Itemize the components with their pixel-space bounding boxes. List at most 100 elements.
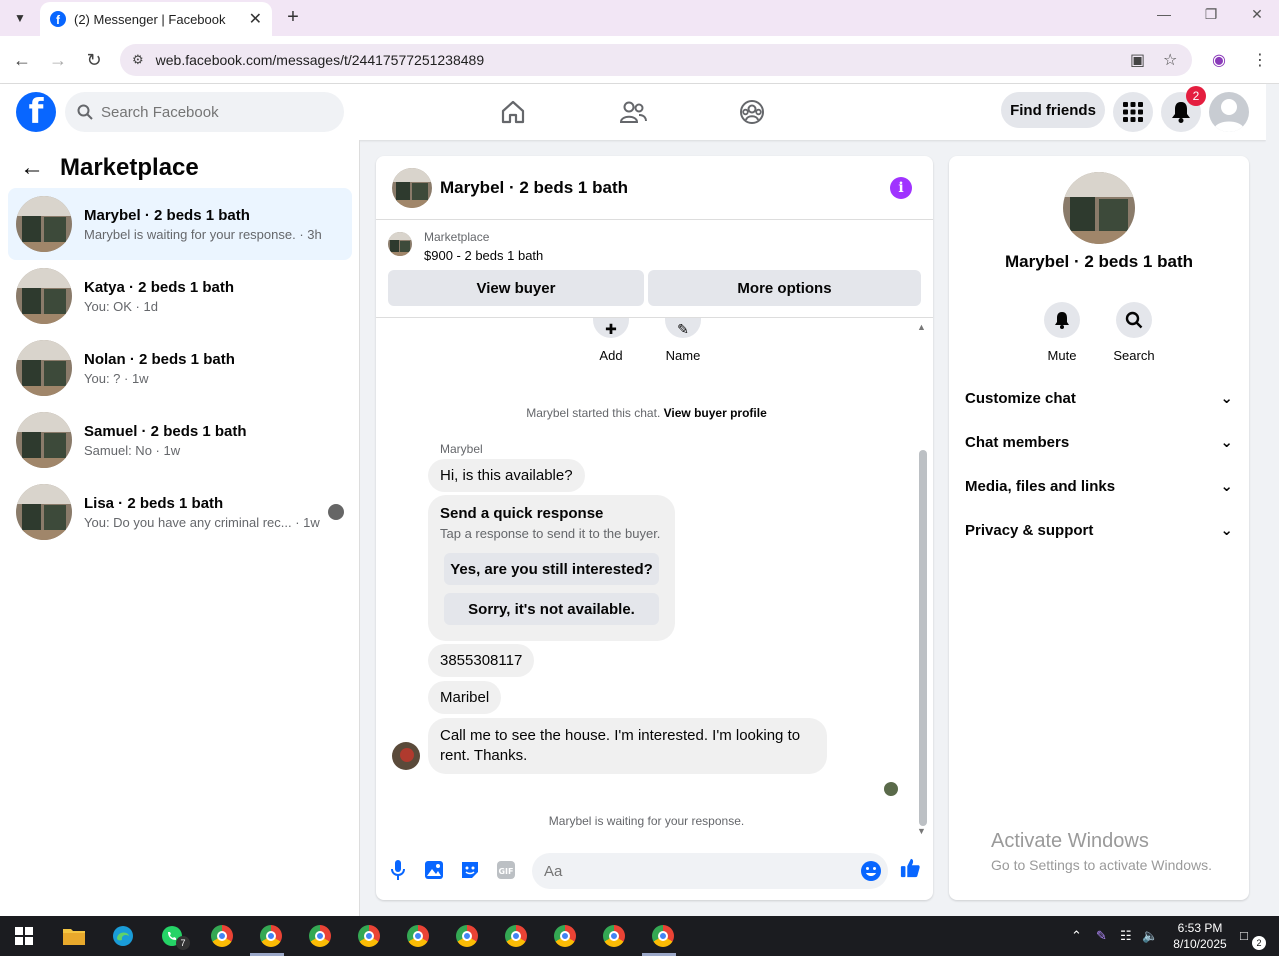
conversation-name: Marybel · 2 beds 1 bath	[84, 206, 250, 224]
scrollbar-thumb[interactable]	[919, 450, 927, 826]
mute-action[interactable]: Mute	[1032, 302, 1092, 363]
network-icon[interactable]: ☷	[1120, 928, 1132, 944]
view-buyer-profile-link[interactable]: View buyer profile	[664, 406, 767, 420]
chrome-icon[interactable]	[210, 924, 234, 948]
scroll-up-icon[interactable]: ▲	[917, 322, 926, 332]
reload-button[interactable]: ↻	[82, 48, 106, 72]
chat-title[interactable]: Marybel · 2 beds 1 bath	[440, 178, 628, 198]
conversation-snippet: Samuel: No · 1w	[84, 442, 181, 458]
tab-close-icon[interactable]: ✕	[249, 9, 262, 29]
install-app-icon[interactable]: ▣	[1130, 50, 1145, 70]
back-button[interactable]: ←	[10, 48, 34, 72]
back-arrow-icon[interactable]: ←	[20, 154, 44, 182]
menu-grid-button[interactable]	[1113, 92, 1153, 132]
message-input[interactable]	[544, 862, 844, 880]
customize-chat-row[interactable]: Customize chat ⌄	[965, 387, 1233, 409]
listing-thumbnail	[16, 484, 72, 540]
photo-icon[interactable]	[424, 860, 444, 880]
chrome-profile-icon[interactable]	[504, 924, 528, 948]
conversation-item[interactable]: Nolan · 2 beds 1 bath You: ? · 1w	[8, 332, 352, 404]
chrome-profile-icon[interactable]	[259, 924, 283, 948]
seen-avatar	[328, 504, 344, 520]
message-bubble[interactable]: Hi, is this available?	[428, 459, 585, 492]
file-explorer-icon[interactable]	[62, 924, 86, 948]
chrome-profile-icon[interactable]	[553, 924, 577, 948]
emoji-icon[interactable]	[860, 860, 882, 882]
chrome-profile-icon[interactable]	[602, 924, 626, 948]
profile-icon[interactable]: ◉	[1212, 50, 1226, 70]
chrome-profile-icon[interactable]	[357, 924, 381, 948]
name-chat-action[interactable]: ✎ Name	[653, 318, 713, 363]
message-bubble[interactable]: Maribel	[428, 681, 502, 714]
quick-response-option[interactable]: Sorry, it's not available.	[444, 593, 659, 625]
view-buyer-button[interactable]: View buyer	[388, 270, 644, 306]
find-friends-button[interactable]: Find friends	[1001, 92, 1105, 128]
message-bubble[interactable]: 3855308117	[428, 644, 535, 677]
windows-start-icon[interactable]	[12, 924, 36, 948]
mute-label: Mute	[1047, 348, 1077, 363]
conversation-name: Lisa · 2 beds 1 bath	[84, 494, 224, 512]
sender-name: Marybel	[440, 442, 483, 456]
minimize-button[interactable]: —	[1149, 6, 1179, 22]
facebook-search-box[interactable]	[65, 92, 344, 132]
row-label: Customize chat	[965, 389, 1076, 407]
listing-thumbnail[interactable]	[392, 167, 432, 208]
conversation-item[interactable]: Katya · 2 beds 1 bath You: OK · 1d	[8, 260, 352, 332]
window-close-button[interactable]: ✕	[1242, 6, 1272, 23]
chrome-profile-icon[interactable]	[308, 924, 332, 948]
browser-tab[interactable]: f (2) Messenger | Facebook ✕	[40, 2, 272, 36]
friends-icon[interactable]	[617, 96, 649, 128]
facebook-logo-icon[interactable]: f	[16, 92, 56, 132]
action-center-icon[interactable]: □	[1240, 928, 1248, 943]
conversation-item[interactable]: Marybel · 2 beds 1 bath Marybel is waiti…	[8, 188, 352, 260]
gif-icon[interactable]: GIF	[496, 860, 516, 880]
chrome-profile-icon-active[interactable]	[651, 924, 675, 948]
account-avatar[interactable]	[1209, 92, 1249, 132]
home-icon[interactable]	[497, 96, 529, 128]
microphone-icon[interactable]	[388, 860, 408, 880]
thread-scrollbar[interactable]: ▲ ▼	[917, 322, 927, 836]
message-bubble[interactable]: Call me to see the house. I'm interested…	[428, 718, 827, 774]
new-tab-button[interactable]: +	[282, 6, 304, 28]
conversation-item[interactable]: Lisa · 2 beds 1 bath You: Do you have an…	[8, 476, 352, 548]
chrome-profile-icon[interactable]	[406, 924, 430, 948]
info-icon[interactable]: i	[890, 177, 912, 199]
browser-menu-icon[interactable]: ⋮	[1252, 50, 1268, 70]
message-thread[interactable]: ✚ Add ✎ Name Marybel started this chat. …	[376, 318, 933, 838]
taskbar-clock[interactable]: 6:53 PM 8/10/2025	[1170, 920, 1230, 952]
restore-button[interactable]: ❐	[1196, 6, 1226, 23]
conversation-item[interactable]: Samuel · 2 beds 1 bath Samuel: No · 1w	[8, 404, 352, 476]
media-files-links-row[interactable]: Media, files and links ⌄	[965, 475, 1233, 497]
thumbs-up-icon[interactable]	[900, 858, 920, 878]
sender-avatar[interactable]	[392, 742, 420, 770]
chrome-profile-icon[interactable]	[455, 924, 479, 948]
more-options-button[interactable]: More options	[648, 270, 921, 306]
facebook-search-input[interactable]	[101, 103, 321, 121]
search-label: Search	[1113, 348, 1155, 363]
scroll-down-icon[interactable]: ▼	[917, 826, 926, 836]
page-scrollbar[interactable]	[1266, 84, 1279, 916]
url-omnibox[interactable]: ⚙ web.facebook.com/messages/t/2441757725…	[120, 44, 1192, 76]
site-info-icon[interactable]: ⚙	[132, 52, 144, 68]
privacy-support-row[interactable]: Privacy & support ⌄	[965, 519, 1233, 541]
marketplace-label: Marketplace	[424, 230, 490, 244]
bookmark-star-icon[interactable]: ☆	[1163, 50, 1177, 70]
listing-thumbnail	[16, 268, 72, 324]
whatsapp-icon[interactable]: 7	[160, 924, 190, 950]
forward-button[interactable]: →	[46, 48, 70, 72]
tab-search-dropdown[interactable]: ▼	[8, 6, 32, 30]
volume-icon[interactable]: 🔈	[1142, 928, 1158, 944]
sticker-icon[interactable]	[460, 860, 480, 880]
search-chat-action[interactable]: Search	[1104, 302, 1164, 363]
chat-members-row[interactable]: Chat members ⌄	[965, 431, 1233, 453]
edge-icon[interactable]	[111, 924, 135, 948]
activate-windows-watermark: Activate Windows Go to Settings to activ…	[991, 830, 1212, 873]
add-people-action[interactable]: ✚ Add	[581, 318, 641, 363]
clock-date: 8/10/2025	[1173, 937, 1227, 951]
pen-icon[interactable]: ✎	[1096, 928, 1107, 944]
quick-response-option[interactable]: Yes, are you still interested?	[444, 553, 659, 585]
show-hidden-icons-chevron-up-icon[interactable]: ⌃	[1071, 928, 1082, 944]
message-input-box[interactable]	[532, 853, 888, 889]
groups-icon[interactable]	[736, 96, 768, 128]
chat-profile-thumbnail[interactable]	[1063, 172, 1135, 244]
